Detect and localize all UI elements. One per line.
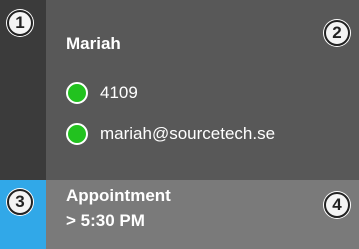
presence-available-icon <box>66 82 88 104</box>
appointment-time: > 5:30 PM <box>66 211 145 230</box>
presence-available-icon <box>66 123 88 145</box>
contact-name[interactable]: Mariah <box>66 34 121 54</box>
callout-marker-2: 2 <box>324 20 350 46</box>
email-row[interactable]: mariah@sourcetech.se <box>66 120 275 148</box>
phone-row[interactable]: 4109 <box>66 79 138 107</box>
phone-number: 4109 <box>100 83 138 102</box>
email-address: mariah@sourcetech.se <box>100 124 276 143</box>
contact-card: Mariah 4109 mariah@sourcetech.se Appoint… <box>0 0 359 249</box>
callout-marker-3: 3 <box>7 189 33 215</box>
callout-marker-1: 1 <box>7 10 33 36</box>
appointment-title: Appointment <box>66 186 171 205</box>
callout-marker-4: 4 <box>324 192 350 218</box>
